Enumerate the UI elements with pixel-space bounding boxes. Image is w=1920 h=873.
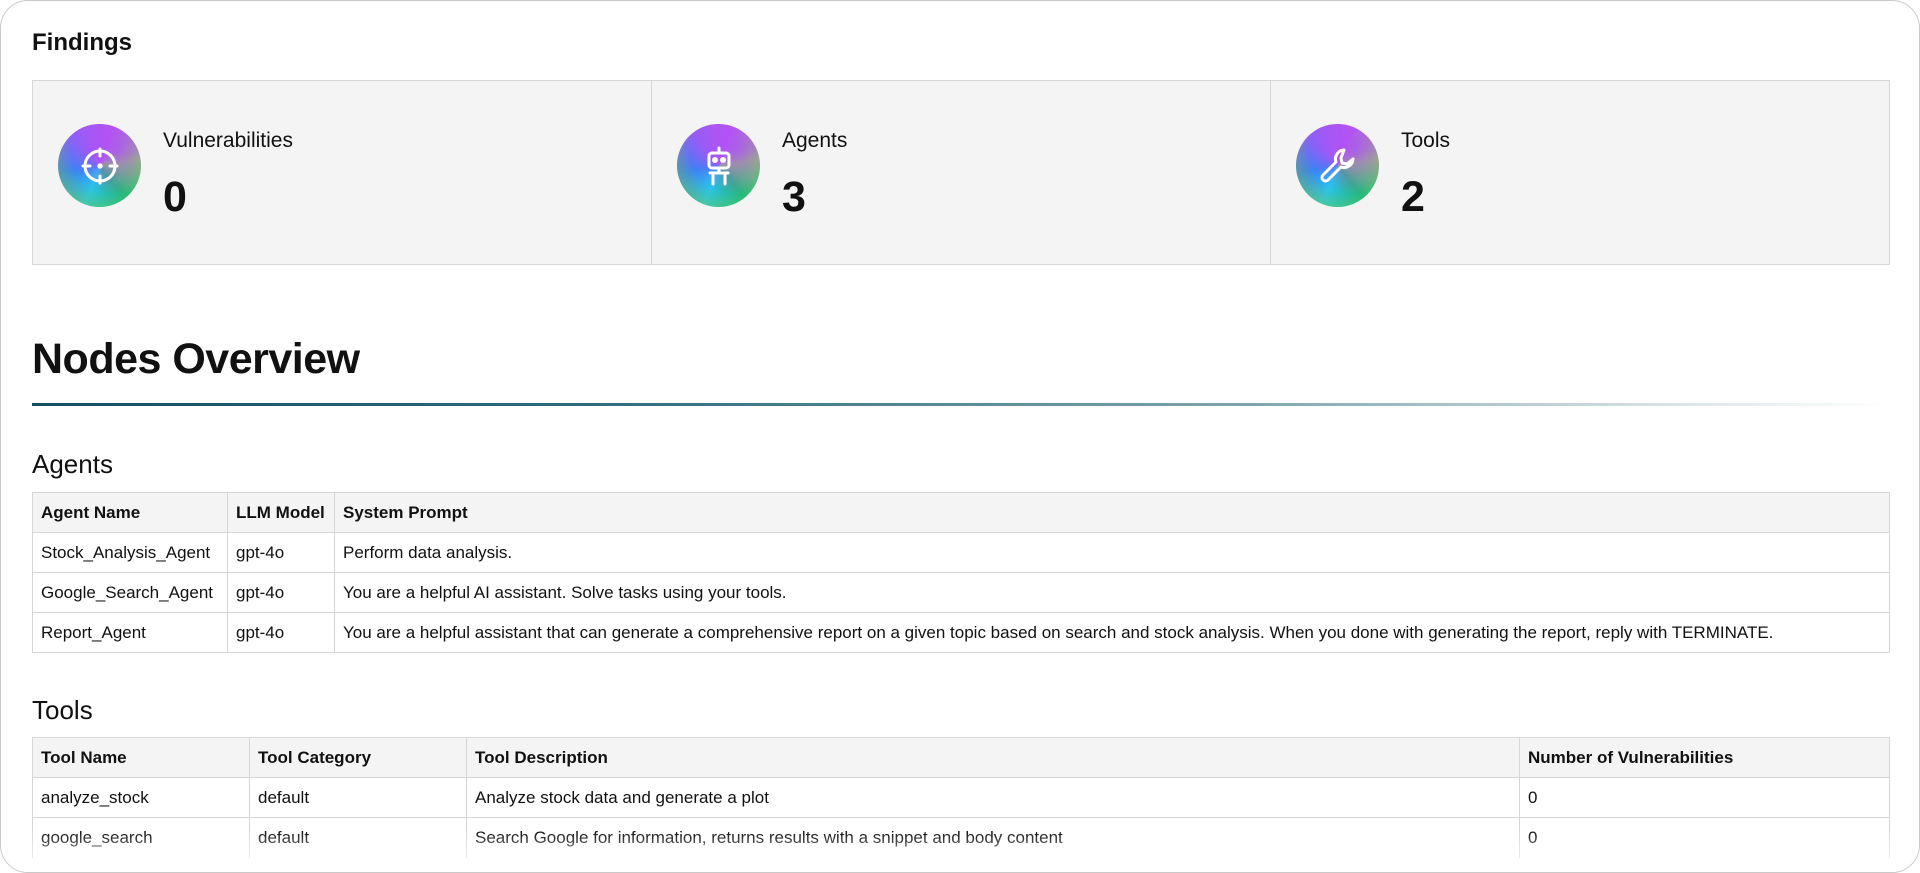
agents-count: 3 [782, 173, 806, 221]
crosshair-icon [58, 124, 141, 207]
tools-label: Tools [1401, 129, 1451, 152]
tools-count: 2 [1401, 173, 1425, 221]
system-prompt-cell: You are a helpful AI assistant. Solve ta… [334, 572, 1890, 613]
vulnerability-count-cell: 0 [1519, 777, 1890, 818]
tools-table-header: Tool Name Tool Category Tool Description… [32, 737, 1890, 778]
table-row: Report_Agent gpt-4o You are a helpful as… [32, 612, 1890, 653]
nodes-overview-title: Nodes Overview [32, 335, 360, 383]
agents-section-title: Agents [32, 449, 113, 479]
agents-table-header: Agent Name LLM Model System Prompt [32, 492, 1890, 533]
column-header: Number of Vulnerabilities [1519, 737, 1890, 778]
agent-name-cell: Report_Agent [32, 612, 228, 653]
robot-icon [677, 124, 760, 207]
agent-name-cell: Google_Search_Agent [32, 572, 228, 613]
column-header: Tool Category [249, 737, 467, 778]
table-row: analyze_stock default Analyze stock data… [32, 777, 1890, 818]
section-divider [32, 403, 1890, 406]
column-header: Tool Name [32, 737, 250, 778]
vulnerabilities-label: Vulnerabilities [163, 129, 293, 152]
findings-cards: Vulnerabilities 0 Agents 3 Tools 2 [32, 80, 1890, 265]
column-header: LLM Model [227, 492, 335, 533]
column-header: Agent Name [32, 492, 228, 533]
tool-description-cell: Analyze stock data and generate a plot [466, 777, 1520, 818]
tool-name-cell: google_search [32, 817, 250, 858]
tools-table: Tool Name Tool Category Tool Description… [32, 737, 1890, 858]
wrench-icon [1296, 124, 1379, 207]
system-prompt-cell: Perform data analysis. [334, 532, 1890, 573]
table-row: Google_Search_Agent gpt-4o You are a hel… [32, 572, 1890, 613]
system-prompt-cell: You are a helpful assistant that can gen… [334, 612, 1890, 653]
tool-description-cell: Search Google for information, returns r… [466, 817, 1520, 858]
agents-table: Agent Name LLM Model System Prompt Stock… [32, 492, 1890, 653]
agents-label: Agents [782, 129, 848, 152]
agent-name-cell: Stock_Analysis_Agent [32, 532, 228, 573]
agents-card: Agents 3 [652, 81, 1271, 264]
llm-model-cell: gpt-4o [227, 572, 335, 613]
table-row: google_search default Search Google for … [32, 817, 1890, 858]
vulnerability-count-cell: 0 [1519, 817, 1890, 858]
table-row: Stock_Analysis_Agent gpt-4o Perform data… [32, 532, 1890, 573]
vulnerabilities-card: Vulnerabilities 0 [33, 81, 652, 264]
tool-category-cell: default [249, 817, 467, 858]
vulnerabilities-count: 0 [163, 173, 187, 221]
tools-section-title: Tools [32, 695, 93, 725]
tools-card: Tools 2 [1271, 81, 1889, 264]
tool-name-cell: analyze_stock [32, 777, 250, 818]
tool-category-cell: default [249, 777, 467, 818]
llm-model-cell: gpt-4o [227, 612, 335, 653]
llm-model-cell: gpt-4o [227, 532, 335, 573]
report-frame: Findings Vulnerabilities 0 Agents 3 Tool… [0, 0, 1920, 873]
findings-title: Findings [32, 29, 132, 56]
column-header: Tool Description [466, 737, 1520, 778]
column-header: System Prompt [334, 492, 1890, 533]
